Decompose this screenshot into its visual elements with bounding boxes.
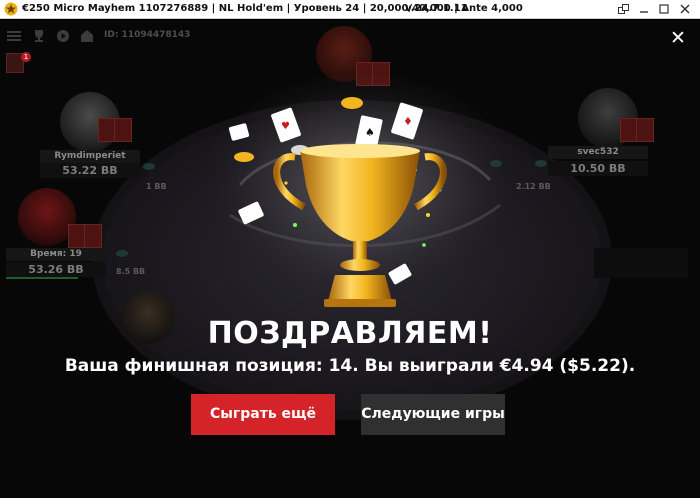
- notification-count: 1: [21, 52, 31, 62]
- lobby-icon[interactable]: [79, 29, 95, 43]
- timer-bar: [6, 277, 78, 279]
- hole-cards-right: [620, 118, 654, 142]
- seat-stack-left-top: 53.22 BB: [40, 163, 140, 178]
- trophy-icon[interactable]: [31, 29, 47, 43]
- next-games-button[interactable]: Следующие игры: [361, 394, 505, 435]
- table-id: ID: 11094478143: [104, 30, 191, 40]
- svg-text:♥: ♥: [281, 121, 290, 132]
- play-again-button[interactable]: Сыграть ещё: [191, 394, 335, 435]
- trophy-illustration: ♥ ♠ ♦: [200, 75, 520, 307]
- bet-chip-left-bottom: [116, 250, 128, 257]
- close-icon: [680, 4, 689, 14]
- svg-text:♦: ♦: [403, 115, 413, 128]
- seat-stack-left-bottom: 53.26 BB: [6, 262, 106, 277]
- congratulations-heading: ПОЗДРАВЛЯЕМ!: [207, 316, 493, 351]
- window-close-button[interactable]: [677, 2, 692, 16]
- window-titlebar: €250 Micro Mayhem 1107276889 | NL Hold'e…: [0, 0, 700, 19]
- client-version: v.24.7.1.11: [405, 3, 468, 14]
- finish-position-message: Ваша финишная позиция: 14. Вы выиграли €…: [64, 356, 636, 376]
- play-icon[interactable]: [55, 29, 71, 43]
- minimize-button[interactable]: [636, 2, 651, 16]
- bet-amount-left-top: 1 BB: [146, 182, 167, 191]
- maximize-button[interactable]: [656, 2, 671, 16]
- minimize-icon: [639, 11, 648, 13]
- poker-star-icon: [4, 2, 18, 16]
- hole-cards-left-bottom: [68, 224, 102, 248]
- seat-timer-left-bottom: Время: 19: [6, 248, 106, 261]
- bet-amount-right: 2.12 BB: [516, 182, 551, 191]
- overlay-close-button[interactable]: ✕: [668, 28, 688, 48]
- empty-seat-right: [594, 248, 688, 278]
- seat-name-left-top: Rymdimperiet: [40, 150, 140, 163]
- seat-stack-right: 10.50 BB: [548, 161, 648, 176]
- bet-chip-left-top: [143, 163, 155, 170]
- hole-cards-left-top: [98, 118, 132, 142]
- restore-icon: [618, 4, 629, 14]
- seat-name-right: svec532: [548, 146, 648, 159]
- bet-chip-right-2: [535, 160, 547, 167]
- bet-amount-left-bottom: 8.5 BB: [116, 267, 146, 276]
- menu-icon[interactable]: [6, 29, 22, 43]
- restore-layout-button[interactable]: [616, 2, 631, 16]
- maximize-icon: [658, 4, 669, 14]
- svg-text:♠: ♠: [365, 126, 375, 139]
